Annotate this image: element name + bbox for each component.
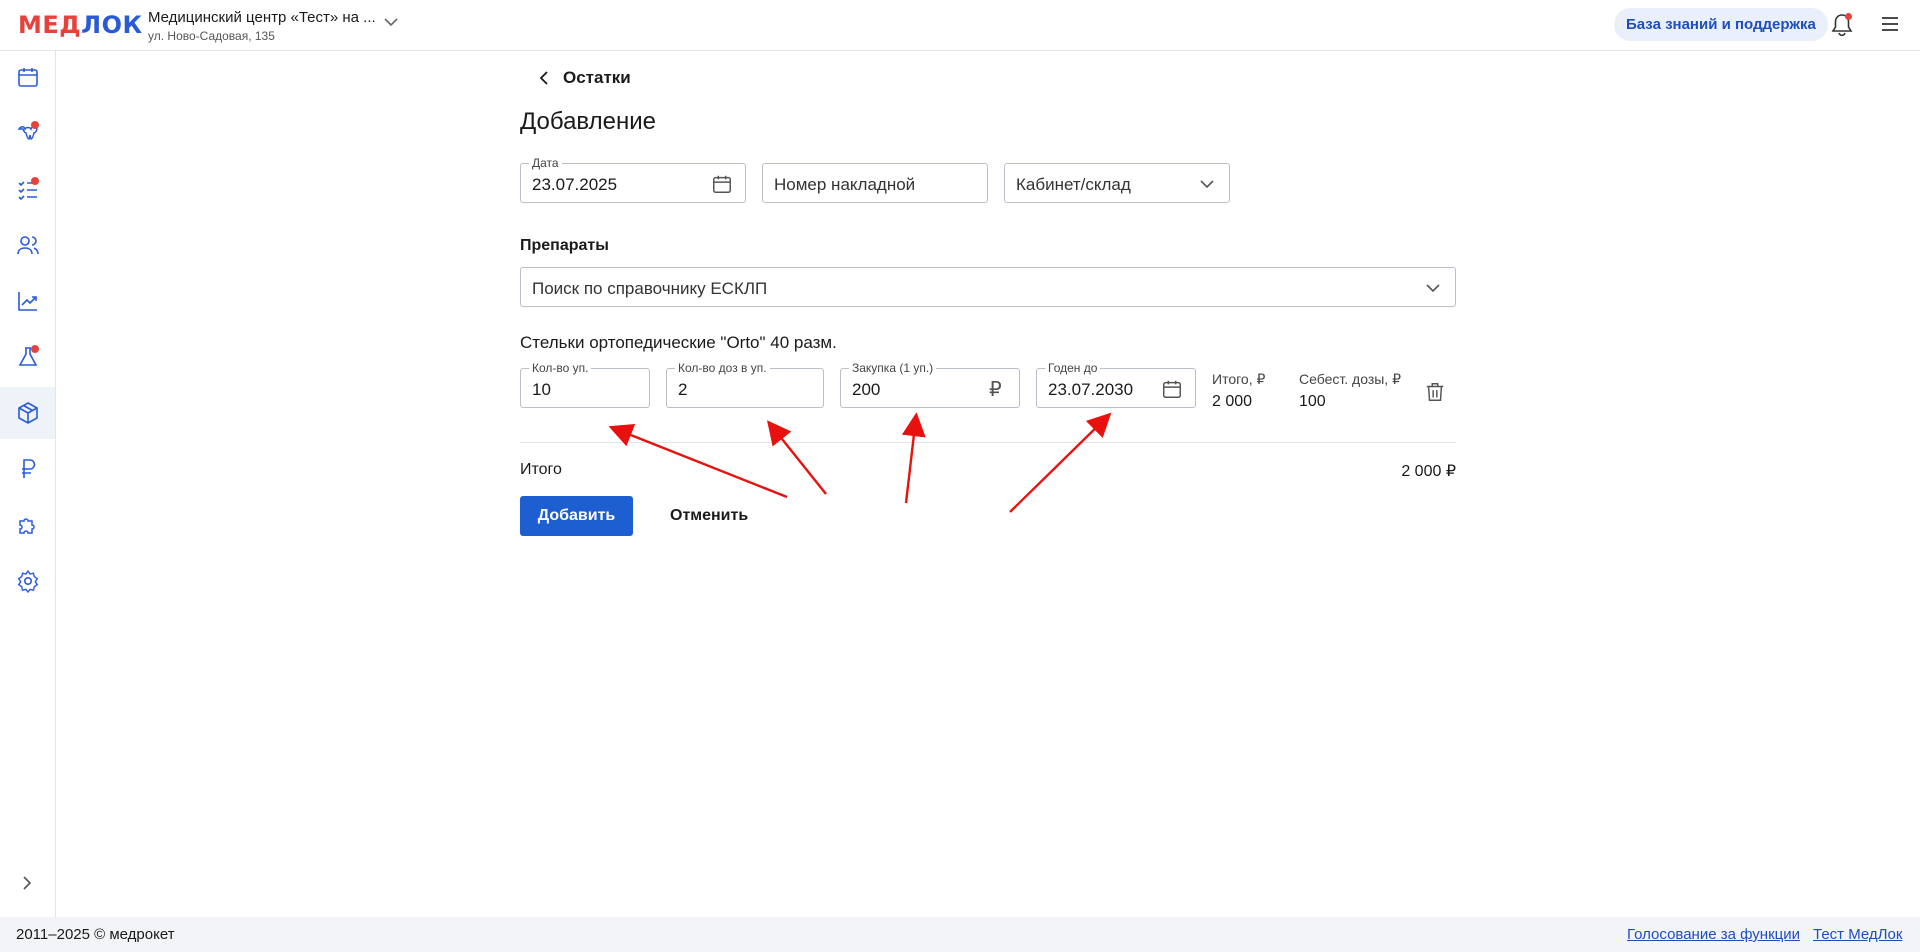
annotation-arrows (608, 412, 1112, 513)
copyright: 2011–2025 © медрокет (16, 926, 175, 943)
footer: 2011–2025 © медрокет Голосование за функ… (0, 917, 1920, 952)
annotation-arrow (901, 412, 926, 504)
annotation-arrow (608, 423, 788, 499)
vote-link[interactable]: Голосование за функции (1627, 926, 1800, 943)
annotation-arrow (1009, 412, 1112, 513)
annotation-arrow (767, 420, 827, 495)
test-medlok-link[interactable]: Тест МедЛок (1813, 926, 1902, 943)
